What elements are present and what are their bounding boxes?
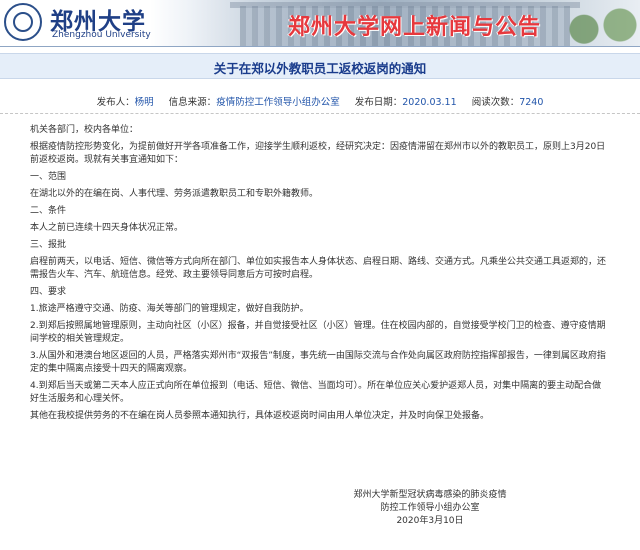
requirement-item-2: 2.到郑后按照属地管理原则，主动向社区（小区）报备，并自觉接受社区（小区）管理。… <box>30 321 606 344</box>
article-title-bar: 关于在郑以外教职员工返校返岗的通知 <box>0 53 640 79</box>
page: 郑州大学 Zhengzhou University 郑州大学网上新闻与公告 关于… <box>0 0 640 550</box>
views-count: 7240 <box>519 97 544 108</box>
paragraph-approval: 启程前两天，以电话、短信、微信等方式向所在部门、单位如实报告本人身体状态、启程日… <box>30 257 607 280</box>
section-heading-conditions: 二、条件 <box>30 206 67 216</box>
publisher-link[interactable]: 杨明 <box>135 97 154 108</box>
paragraph-closing: 其他在我校提供劳务的不在编在岗人员参照本通知执行，具体返校返岗时间由用人单位决定… <box>30 411 490 421</box>
section-heading-requirements: 四、要求 <box>30 287 67 297</box>
banner-trees-image <box>560 4 640 46</box>
requirement-item-3: 3.从国外和港澳台地区返回的人员，严格落实郑州市“双报告”制度，事先统一由国际交… <box>30 351 606 374</box>
university-name-en: Zhengzhou University <box>52 30 151 40</box>
article-body: 机关各部门，校内各单位： 根据疫情防控形势变化，为提前做好开学各项准备工作，迎接… <box>30 124 610 427</box>
publish-date: 2020.03.11 <box>402 97 457 108</box>
signature-date: 2020年3月10日 <box>396 516 464 526</box>
date-label: 发布日期： <box>354 97 403 108</box>
paragraph-intro: 根据疫情防控形势变化，为提前做好开学各项准备工作，迎接学生顺利返校，经研究决定：… <box>30 142 606 165</box>
requirement-item-1: 1.旅途严格遵守交通、防疫、海关等部门的管理规定，做好自我防护。 <box>30 304 309 314</box>
publisher-label: 发布人： <box>96 97 135 108</box>
requirement-item-4: 4.到郑后当天或第二天本人应正式向所在单位报到（电话、短信、微信、当面均可）。所… <box>30 381 602 404</box>
views-label: 阅读次数： <box>471 97 520 108</box>
source-link[interactable]: 疫情防控工作领导小组办公室 <box>216 97 340 108</box>
paragraph-scope: 在湖北以外的在编在岗、人事代理、劳务派遣教职员工和专职外籍教师。 <box>30 189 319 199</box>
signature-block: 郑州大学新型冠状病毒感染的肺炎疫情 防控工作领导小组办公室 2020年3月10日 <box>310 489 550 528</box>
signature-line-2: 防控工作领导小组办公室 <box>380 503 480 513</box>
section-heading-scope: 一、范围 <box>30 172 67 182</box>
banner-title: 郑州大学网上新闻与公告 <box>288 15 542 40</box>
site-banner: 郑州大学 Zhengzhou University 郑州大学网上新闻与公告 <box>0 0 640 47</box>
salutation: 机关各部门，校内各单位： <box>30 125 139 135</box>
section-heading-approval: 三、报批 <box>30 240 67 250</box>
paragraph-conditions: 本人之前已连续十四天身体状况正常。 <box>30 223 184 233</box>
meta-divider <box>0 113 640 114</box>
university-seal-icon[interactable] <box>4 3 42 41</box>
source-label: 信息来源： <box>168 97 217 108</box>
signature-line-1: 郑州大学新型冠状病毒感染的肺炎疫情 <box>353 490 507 500</box>
article-title: 关于在郑以外教职员工返校返岗的通知 <box>213 61 427 76</box>
article-meta: 发布人：杨明 信息来源：疫情防控工作领导小组办公室 发布日期：2020.03.1… <box>0 94 640 108</box>
